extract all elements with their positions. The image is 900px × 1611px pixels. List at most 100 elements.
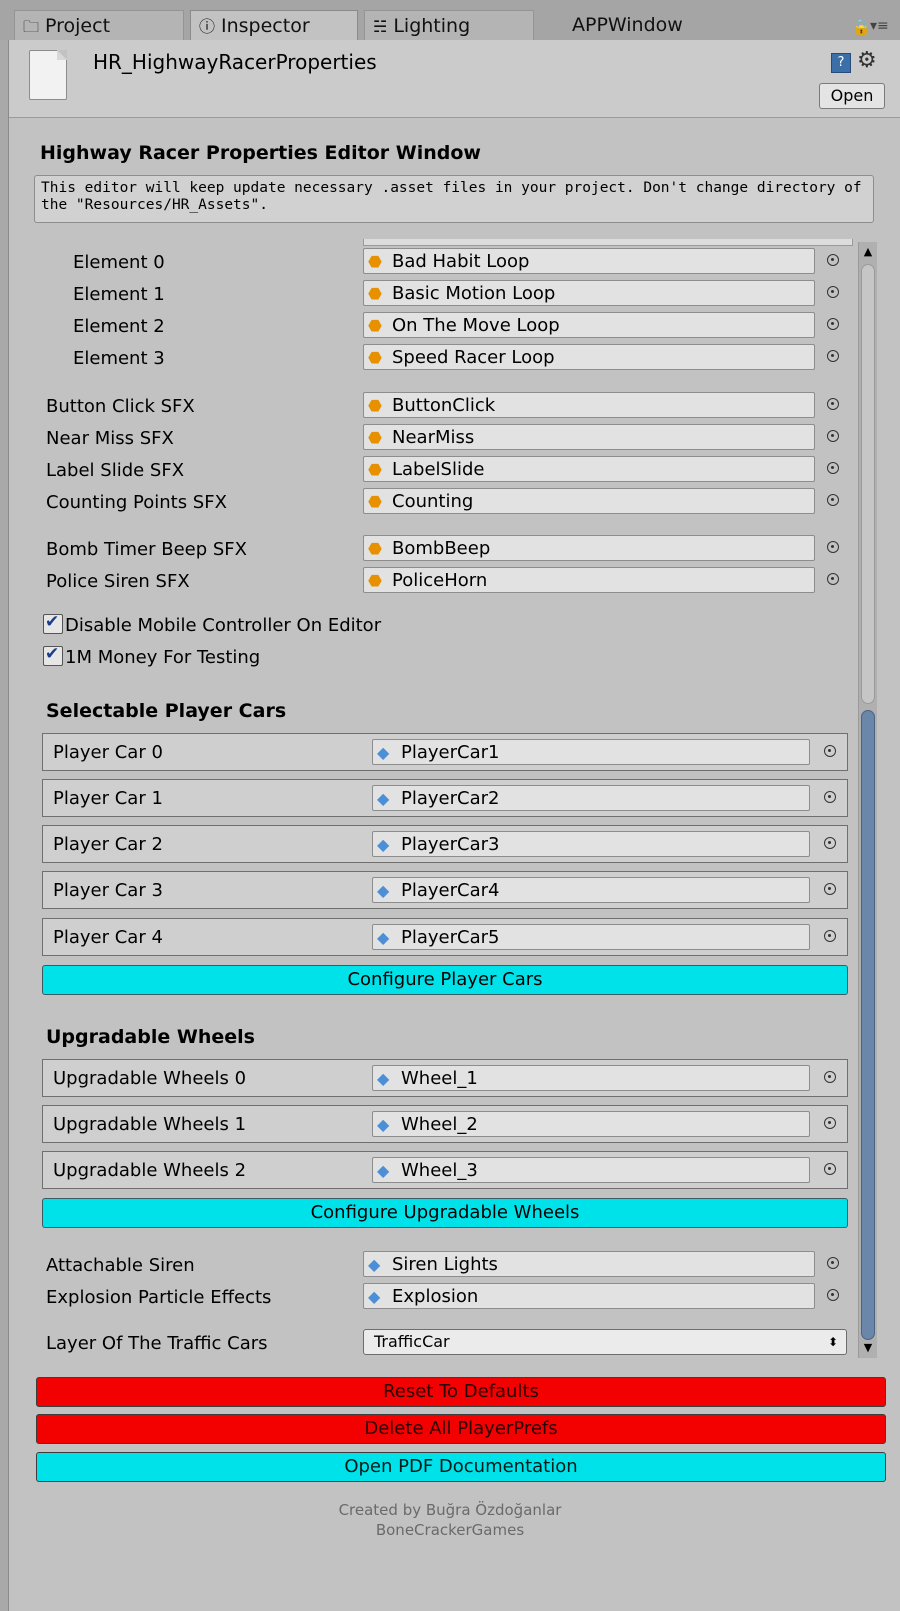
field-value: Siren Lights — [392, 1254, 498, 1275]
player-car-row: Player Car 1 ◆ PlayerCar2 — [42, 779, 848, 817]
tab-appwindow[interactable]: APPWindow — [544, 10, 734, 40]
help-icon[interactable]: ? — [831, 53, 851, 73]
toggle-label: 1M Money For Testing — [65, 647, 261, 668]
lock-icon[interactable]: 🔒 — [852, 18, 871, 36]
field-value: On The Move Loop — [392, 315, 560, 336]
element-label: Element 0 — [73, 252, 165, 273]
prefab-field[interactable]: ◆ Siren Lights — [363, 1251, 815, 1277]
field-value: Basic Motion Loop — [392, 283, 556, 304]
object-picker-icon[interactable] — [824, 1163, 836, 1175]
prefab-field[interactable]: ◆ Wheel_1 — [372, 1065, 810, 1091]
reset-defaults-button[interactable]: Reset To Defaults — [36, 1377, 886, 1407]
object-picker-icon[interactable] — [824, 745, 836, 757]
field-value: LabelSlide — [392, 459, 485, 480]
audio-clip-icon: ⬣ — [368, 316, 382, 335]
audio-clip-icon: ⬣ — [368, 492, 382, 511]
prefab-field[interactable]: ◆ Wheel_3 — [372, 1157, 810, 1183]
audio-clip-field[interactable]: ⬣ BombBeep — [363, 535, 815, 561]
checkbox-checked[interactable] — [43, 644, 63, 666]
object-picker-icon[interactable] — [827, 286, 839, 298]
audio-clip-icon: ⬣ — [368, 348, 382, 367]
configure-player-cars-button[interactable]: Configure Player Cars — [42, 965, 848, 995]
sfx-label: Police Siren SFX — [46, 571, 190, 592]
open-button[interactable]: Open — [819, 83, 885, 109]
object-picker-icon[interactable] — [827, 1289, 839, 1301]
object-picker-icon[interactable] — [827, 318, 839, 330]
money-toggle[interactable]: 1M Money For Testing — [43, 644, 261, 672]
audio-clip-field[interactable]: ⬣ Counting — [363, 488, 815, 514]
scroll-down-arrow-icon[interactable]: ▼ — [859, 1338, 877, 1358]
wheel-row: Upgradable Wheels 2 ◆ Wheel_3 — [42, 1151, 848, 1189]
sfx-label: Counting Points SFX — [46, 492, 227, 513]
disable-mobile-toggle[interactable]: Disable Mobile Controller On Editor — [43, 612, 382, 640]
object-picker-icon[interactable] — [827, 541, 839, 553]
sfx-row: Button Click SFX ⬣ ButtonClick — [9, 392, 857, 420]
tab-project[interactable]: 🗀 Project — [14, 10, 184, 40]
object-picker-icon[interactable] — [824, 791, 836, 803]
prefab-field[interactable]: ◆ Explosion — [363, 1283, 815, 1309]
tab-lighting[interactable]: ☵ Lighting — [364, 10, 534, 40]
object-picker-icon[interactable] — [827, 494, 839, 506]
checkbox-checked[interactable] — [43, 612, 63, 634]
open-pdf-button[interactable]: Open PDF Documentation — [36, 1452, 886, 1482]
menu-icon[interactable]: ▾≡ — [870, 18, 889, 34]
asset-file-icon — [29, 50, 67, 100]
prefab-cube-icon: ◆ — [377, 881, 390, 900]
window-left-edge — [0, 40, 9, 1611]
upgradable-wheels-title: Upgradable Wheels — [46, 1026, 255, 1048]
prefab-field[interactable]: ◆ PlayerCar3 — [372, 831, 810, 857]
clipped-field-edge — [363, 239, 853, 246]
tab-inspector[interactable]: ⓘ Inspector — [190, 10, 358, 40]
object-picker-icon[interactable] — [827, 350, 839, 362]
object-picker-icon[interactable] — [824, 837, 836, 849]
scroll-track[interactable] — [861, 264, 875, 704]
object-picker-icon[interactable] — [824, 930, 836, 942]
inspector-header: HR_HighwayRacerProperties ? ⚙ Open — [9, 40, 900, 118]
field-value: Bad Habit Loop — [392, 251, 530, 272]
music-element-row: Element 0 ⬣ Bad Habit Loop — [9, 248, 857, 276]
prefab-field[interactable]: ◆ Wheel_2 — [372, 1111, 810, 1137]
audio-clip-field[interactable]: ⬣ PoliceHorn — [363, 567, 815, 593]
object-picker-icon[interactable] — [827, 398, 839, 410]
vertical-scrollbar[interactable]: ▲ ▼ — [858, 242, 877, 1358]
audio-clip-field[interactable]: ⬣ On The Move Loop — [363, 312, 815, 338]
audio-clip-field[interactable]: ⬣ NearMiss — [363, 424, 815, 450]
properties-scroll-view[interactable]: Element 0 ⬣ Bad Habit Loop Element 1 ⬣ Bas… — [9, 230, 857, 1360]
audio-clip-field[interactable]: ⬣ ButtonClick — [363, 392, 815, 418]
sfx-row: Bomb Timer Beep SFX ⬣ BombBeep — [9, 535, 857, 563]
object-picker-icon[interactable] — [824, 1117, 836, 1129]
object-picker-icon[interactable] — [827, 430, 839, 442]
player-car-label: Player Car 4 — [53, 927, 163, 948]
sfx-row: Counting Points SFX ⬣ Counting — [9, 488, 857, 516]
audio-clip-field[interactable]: ⬣ Bad Habit Loop — [363, 248, 815, 274]
prefab-field[interactable]: ◆ PlayerCar4 — [372, 877, 810, 903]
audio-clip-field[interactable]: ⬣ Speed Racer Loop — [363, 344, 815, 370]
configure-wheels-button[interactable]: Configure Upgradable Wheels — [42, 1198, 848, 1228]
sfx-label: Button Click SFX — [46, 396, 195, 417]
object-picker-icon[interactable] — [827, 462, 839, 474]
object-picker-icon[interactable] — [827, 1257, 839, 1269]
player-car-row: Player Car 3 ◆ PlayerCar4 — [42, 871, 848, 909]
audio-clip-field[interactable]: ⬣ LabelSlide — [363, 456, 815, 482]
object-picker-icon[interactable] — [827, 573, 839, 585]
field-value: PlayerCar5 — [401, 927, 500, 948]
field-value: PoliceHorn — [392, 570, 488, 591]
music-element-row: Element 1 ⬣ Basic Motion Loop — [9, 280, 857, 308]
delete-playerprefs-button[interactable]: Delete All PlayerPrefs — [36, 1414, 886, 1444]
gear-icon[interactable]: ⚙ — [857, 48, 877, 73]
prefab-field[interactable]: ◆ PlayerCar1 — [372, 739, 810, 765]
audio-clip-field[interactable]: ⬣ Basic Motion Loop — [363, 280, 815, 306]
toggle-label: Disable Mobile Controller On Editor — [65, 615, 382, 636]
player-car-row: Player Car 4 ◆ PlayerCar5 — [42, 918, 848, 956]
tab-appwindow-label: APPWindow — [572, 14, 683, 36]
scroll-thumb[interactable] — [861, 710, 875, 1340]
prefab-field[interactable]: ◆ PlayerCar2 — [372, 785, 810, 811]
object-picker-icon[interactable] — [824, 883, 836, 895]
object-picker-icon[interactable] — [824, 1071, 836, 1083]
credits: Created by Buğra Özdoğanlar BoneCrackerG… — [0, 1500, 900, 1540]
wheel-label: Upgradable Wheels 0 — [53, 1068, 247, 1089]
prefab-field[interactable]: ◆ PlayerCar5 — [372, 924, 810, 950]
object-picker-icon[interactable] — [827, 254, 839, 266]
scroll-up-arrow-icon[interactable]: ▲ — [859, 242, 877, 262]
layer-dropdown[interactable]: TrafficCar ⬍ — [363, 1329, 847, 1355]
